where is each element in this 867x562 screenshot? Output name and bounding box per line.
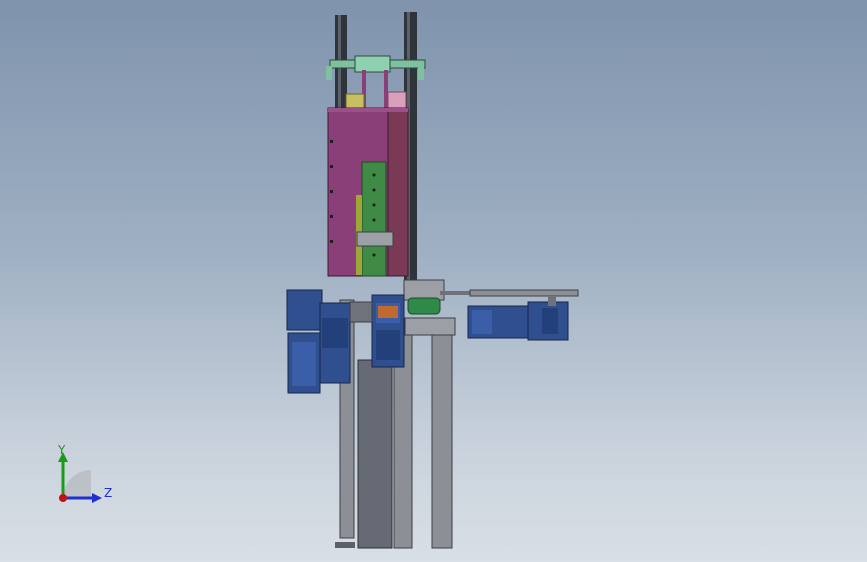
- yellow-insert[interactable]: [345, 93, 365, 110]
- guide-rod[interactable]: [384, 70, 388, 110]
- cad-model[interactable]: [0, 0, 867, 562]
- clamp-block[interactable]: [356, 231, 394, 247]
- frame-leg[interactable]: [431, 334, 453, 549]
- drive-housing[interactable]: [403, 279, 445, 301]
- right-motor[interactable]: [467, 296, 569, 341]
- green-cylinder[interactable]: [407, 297, 441, 315]
- frame-top-beam[interactable]: [404, 317, 456, 336]
- y-axis-label: Y: [58, 443, 66, 457]
- pink-insert[interactable]: [387, 91, 407, 110]
- center-gearbox[interactable]: [371, 294, 405, 368]
- base-foot[interactable]: [335, 542, 355, 548]
- drive-shaft-bar[interactable]: [469, 289, 579, 297]
- support-column-main[interactable]: [357, 359, 393, 549]
- cad-viewport[interactable]: Y Z: [0, 0, 867, 562]
- orange-coupling[interactable]: [378, 306, 398, 318]
- coordinate-triad: Y Z: [50, 440, 120, 510]
- z-axis-label: Z: [104, 486, 113, 500]
